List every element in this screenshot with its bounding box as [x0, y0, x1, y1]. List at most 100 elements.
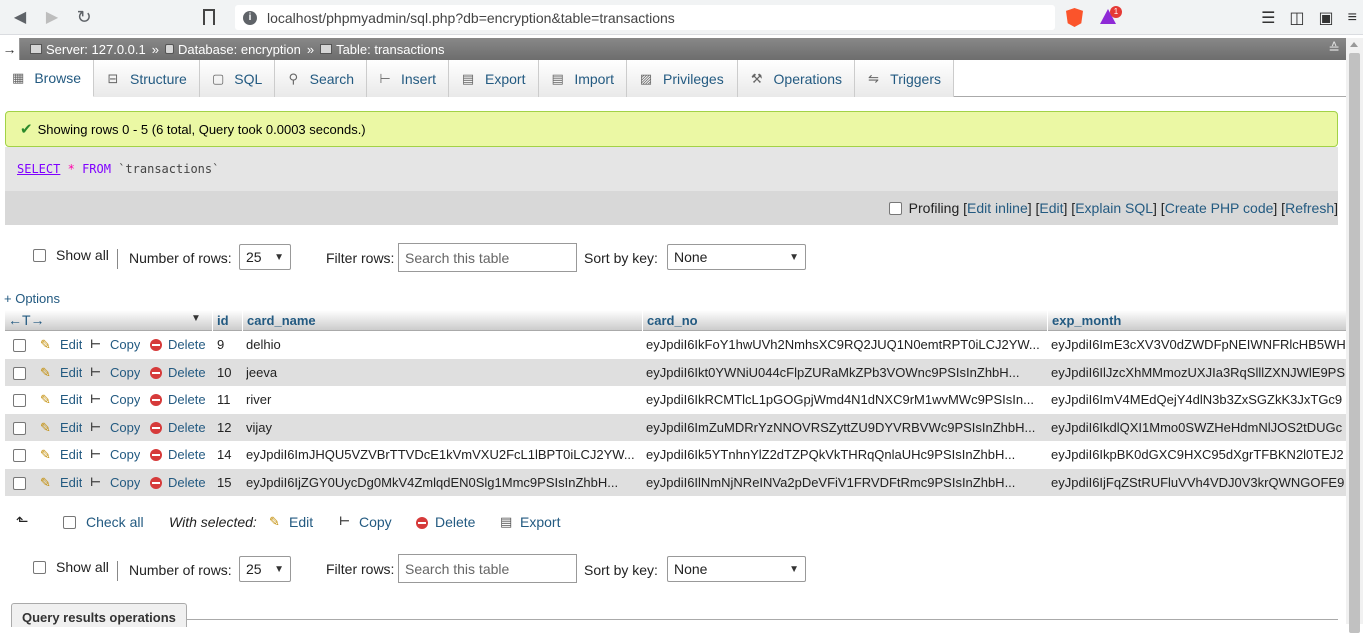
- cell-exp-month[interactable]: eyJpdiI6IkpBK0dGXC9HXC95dXgrTFBKN2l0TEJ2: [1051, 441, 1346, 468]
- column-arrows-icon[interactable]: ←T→: [8, 312, 45, 328]
- column-header-id[interactable]: id: [212, 310, 246, 331]
- cell-exp-month[interactable]: eyJpdiI6IlJzcXhMMmozUXJIa3RqSlllZXNJWlE9…: [1051, 359, 1346, 386]
- cell-id[interactable]: 11: [217, 386, 243, 413]
- cell-card-no[interactable]: eyJpdiI6IlNmNjNReINVa2pDeVFiV1FRVDFtRmc9…: [646, 469, 1044, 496]
- explain-sql-link[interactable]: Explain SQL: [1075, 200, 1153, 216]
- cell-card-no[interactable]: eyJpdiI6IkFoY1hwUVh2NmhsXC9RQ2JUQ1N0emtR…: [646, 331, 1044, 358]
- sort-select[interactable]: None ▼: [667, 244, 806, 270]
- rows-select[interactable]: 25 ▼: [239, 556, 291, 582]
- cell-id[interactable]: 14: [217, 441, 243, 468]
- menu-icon[interactable]: ≡: [1348, 9, 1357, 27]
- tab-search[interactable]: ⚲ Search: [275, 60, 367, 97]
- tab-browse[interactable]: ▦ Browse: [0, 60, 94, 97]
- cell-card-name[interactable]: vijay: [246, 414, 638, 441]
- cell-card-name[interactable]: delhio: [246, 331, 638, 358]
- bulk-copy-button[interactable]: Copy: [359, 514, 392, 530]
- cell-id[interactable]: 15: [217, 469, 243, 496]
- row-checkbox[interactable]: [13, 366, 26, 380]
- sidebar-icon[interactable]: ◫: [1289, 8, 1304, 28]
- row-delete-link[interactable]: Delete: [168, 441, 206, 468]
- brave-shields-icon[interactable]: [1066, 8, 1083, 27]
- cell-id[interactable]: 9: [217, 331, 243, 358]
- wallet-icon[interactable]: ▣: [1319, 8, 1334, 28]
- row-copy-link[interactable]: Copy: [110, 414, 140, 441]
- cell-card-no[interactable]: eyJpdiI6ImZuMDRrYzNNOVRSZyttZU9DYVRBVWc9…: [646, 414, 1044, 441]
- vertical-scrollbar[interactable]: [1346, 38, 1363, 633]
- bookmark-icon[interactable]: [203, 9, 215, 25]
- query-results-operations-tab[interactable]: Query results operations: [11, 603, 187, 627]
- row-checkbox[interactable]: [13, 394, 26, 408]
- cell-card-no[interactable]: eyJpdiI6Ikt0YWNiU044cFlpZURaMkZPb3VOWnc9…: [646, 359, 1044, 386]
- address-bar[interactable]: i localhost/phpmyadmin/sql.php?db=encryp…: [235, 5, 1055, 30]
- tab-sql[interactable]: ▢ SQL: [200, 60, 275, 97]
- column-header-exp-month[interactable]: exp_month: [1047, 310, 1346, 331]
- navigation-toggle-icon[interactable]: →: [0, 38, 20, 60]
- row-delete-link[interactable]: Delete: [168, 386, 206, 413]
- tab-triggers[interactable]: ⇋ Triggers: [855, 60, 954, 97]
- show-all-checkbox[interactable]: [33, 561, 46, 574]
- row-checkbox[interactable]: [13, 449, 26, 463]
- scroll-up-icon[interactable]: [1350, 42, 1358, 47]
- tab-structure[interactable]: ⊟ Structure: [94, 60, 200, 97]
- bulk-edit-button[interactable]: Edit: [289, 514, 313, 530]
- row-copy-link[interactable]: Copy: [110, 331, 140, 358]
- show-all-checkbox[interactable]: [33, 249, 46, 262]
- row-delete-link[interactable]: Delete: [168, 414, 206, 441]
- options-link[interactable]: + Options: [4, 291, 60, 306]
- refresh-link[interactable]: Refresh: [1285, 200, 1334, 216]
- tab-privileges[interactable]: ▨ Privileges: [627, 60, 738, 97]
- rows-select[interactable]: 25 ▼: [239, 244, 291, 270]
- filter-input[interactable]: Search this table: [398, 554, 577, 583]
- cell-card-name[interactable]: river: [246, 386, 638, 413]
- cell-card-no[interactable]: eyJpdiI6Ik5YTnhnYlZ2dTZPQkVkTHRqQnlaUHc9…: [646, 441, 1044, 468]
- cell-exp-month[interactable]: eyJpdiI6ImE3cXV3V0dZWDFpNEIWNFRlcHB5WH: [1051, 331, 1346, 358]
- row-copy-link[interactable]: Copy: [110, 469, 140, 496]
- row-delete-link[interactable]: Delete: [168, 331, 206, 358]
- row-copy-link[interactable]: Copy: [110, 386, 140, 413]
- check-all-checkbox[interactable]: [63, 516, 76, 529]
- scrollbar-thumb[interactable]: [1349, 53, 1360, 633]
- cell-card-name[interactable]: eyJpdiI6ImJHQU5VZVBrTTVDcE1kVmVXU2FcL1lB…: [246, 441, 638, 468]
- tab-insert[interactable]: ⊢ Insert: [367, 60, 449, 97]
- reload-icon[interactable]: ↻: [68, 0, 100, 35]
- row-copy-link[interactable]: Copy: [110, 441, 140, 468]
- row-checkbox[interactable]: [13, 339, 26, 352]
- tab-import[interactable]: ▤ Import: [539, 60, 627, 97]
- breadcrumb-server[interactable]: Server: 127.0.0.1: [30, 42, 146, 57]
- sort-select[interactable]: None ▼: [667, 556, 806, 582]
- forward-icon[interactable]: ▶︎: [36, 0, 68, 35]
- back-icon[interactable]: ◀︎: [4, 0, 36, 35]
- breadcrumb-database[interactable]: Database: encryption: [164, 42, 301, 57]
- cell-exp-month[interactable]: eyJpdiI6IkdlQXI1Mmo0SWZHeHdmNlJOS2tDUGc: [1051, 414, 1346, 441]
- row-edit-link[interactable]: Edit: [60, 469, 82, 496]
- bulk-delete-button[interactable]: Delete: [435, 514, 475, 530]
- cell-exp-month[interactable]: eyJpdiI6ImV4MEdQejY4dlN3b3ZxSGZkK3JxTGc9: [1051, 386, 1346, 413]
- column-header-card-name[interactable]: card_name: [242, 310, 642, 331]
- row-checkbox[interactable]: [13, 477, 26, 490]
- cell-card-name[interactable]: eyJpdiI6IjZGY0UycDg0MkV4ZmlqdEN0Slg1Mmc9…: [246, 469, 638, 496]
- cell-card-no[interactable]: eyJpdiI6IkRCMTlcL1pGOGpjWmd4N1dNXC9rM1wv…: [646, 386, 1044, 413]
- collapse-icon[interactable]: ≙: [1328, 40, 1340, 57]
- breadcrumb-table[interactable]: Table: transactions: [320, 42, 444, 57]
- row-edit-link[interactable]: Edit: [60, 414, 82, 441]
- row-edit-link[interactable]: Edit: [60, 441, 82, 468]
- sql-select-keyword[interactable]: SELECT: [17, 162, 60, 176]
- row-checkbox[interactable]: [13, 421, 26, 435]
- column-header-card-no[interactable]: card_no: [642, 310, 1047, 331]
- row-edit-link[interactable]: Edit: [60, 359, 82, 386]
- cell-card-name[interactable]: jeeva: [246, 359, 638, 386]
- check-all-label[interactable]: Check all: [86, 514, 144, 530]
- brave-rewards-icon[interactable]: 1: [1100, 6, 1122, 25]
- bulk-export-button[interactable]: Export: [520, 514, 560, 530]
- playlist-icon[interactable]: ☰: [1261, 8, 1275, 28]
- row-edit-link[interactable]: Edit: [60, 331, 82, 358]
- sort-triangle-icon[interactable]: ▼: [191, 313, 201, 324]
- site-info-icon[interactable]: i: [243, 10, 257, 25]
- edit-link[interactable]: Edit: [1039, 200, 1063, 216]
- tab-export[interactable]: ▤ Export: [449, 60, 539, 97]
- edit-inline-link[interactable]: Edit inline: [967, 200, 1028, 216]
- row-copy-link[interactable]: Copy: [110, 359, 140, 386]
- filter-input[interactable]: Search this table: [398, 243, 577, 272]
- cell-id[interactable]: 10: [217, 359, 243, 386]
- cell-id[interactable]: 12: [217, 414, 243, 441]
